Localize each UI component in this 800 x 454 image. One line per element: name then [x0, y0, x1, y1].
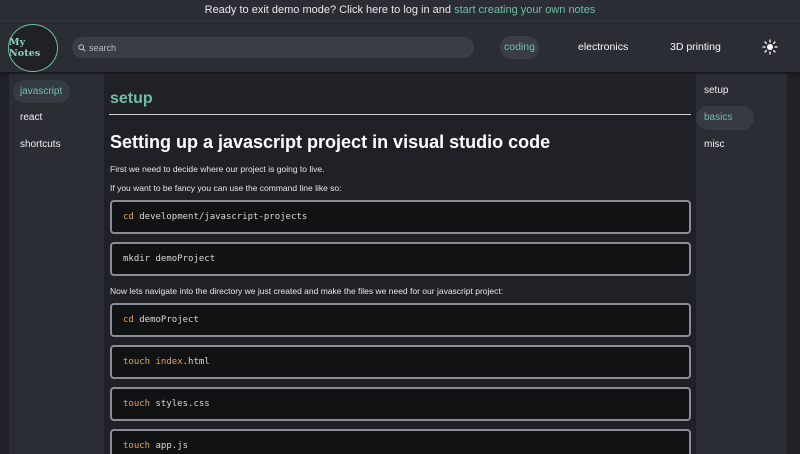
code-extension: .html: [182, 357, 210, 367]
toc-item-setup[interactable]: setup: [696, 79, 728, 103]
top-bar: My Notes coding electronics 3D printing: [0, 20, 800, 72]
code-argument: mkdir demoProject: [123, 254, 216, 264]
code-block[interactable]: touch styles.css: [110, 387, 691, 421]
code-argument: development/javascript-projects: [133, 212, 308, 222]
code-argument: demoProject: [133, 315, 199, 325]
tab-3d-printing[interactable]: 3D printing: [670, 36, 721, 59]
logo-text: My Notes: [9, 37, 41, 59]
section-title: setup: [110, 90, 153, 107]
search-icon: [78, 43, 86, 52]
logo[interactable]: My Notes: [8, 24, 58, 72]
start-creating-link[interactable]: start creating your own notes: [454, 4, 595, 16]
code-argument: styles.css: [150, 399, 210, 409]
sidebar-item-shortcuts[interactable]: shortcuts: [13, 133, 61, 156]
page-heading: Setting up a javascript project in visua…: [110, 132, 551, 152]
code-argument: app.js: [150, 441, 189, 451]
search-bar[interactable]: [72, 37, 474, 58]
demo-banner[interactable]: Ready to exit demo mode? Click here to l…: [0, 0, 800, 20]
search-input[interactable]: [89, 42, 469, 53]
sun-icon[interactable]: [762, 39, 778, 55]
toc-item-misc[interactable]: misc: [696, 133, 725, 157]
tab-coding[interactable]: coding: [500, 36, 539, 59]
code-block[interactable]: touch app.js: [110, 429, 691, 454]
code-block[interactable]: touch index.html: [110, 345, 691, 379]
right-sidebar: setup basics misc: [696, 74, 787, 454]
demo-banner-text[interactable]: Ready to exit demo mode? Click here to l…: [205, 4, 454, 16]
main-content: setup Setting up a javascript project in…: [104, 74, 696, 454]
code-command: cd: [123, 212, 134, 222]
paragraph-1: First we need to decide where our projec…: [110, 164, 325, 174]
toc-item-basics[interactable]: basics: [696, 106, 754, 130]
code-filename: index: [155, 357, 183, 367]
code-command: touch: [123, 441, 151, 451]
code-block[interactable]: cd development/javascript-projects: [110, 200, 691, 234]
sidebar-item-react[interactable]: react: [13, 106, 42, 129]
code-command: touch: [123, 399, 151, 409]
code-block[interactable]: cd demoProject: [110, 303, 691, 337]
paragraph-2: If you want to be fancy you can use the …: [110, 183, 342, 193]
left-sidebar: javascript react shortcuts: [9, 74, 104, 454]
sidebar-item-javascript[interactable]: javascript: [13, 80, 70, 103]
code-command: cd: [123, 315, 134, 325]
paragraph-3: Now lets navigate into the directory we …: [110, 286, 504, 296]
code-block[interactable]: mkdir demoProject: [110, 242, 691, 276]
section-divider: [109, 114, 691, 115]
code-command: touch: [123, 357, 151, 367]
tab-electronics[interactable]: electronics: [578, 36, 628, 59]
